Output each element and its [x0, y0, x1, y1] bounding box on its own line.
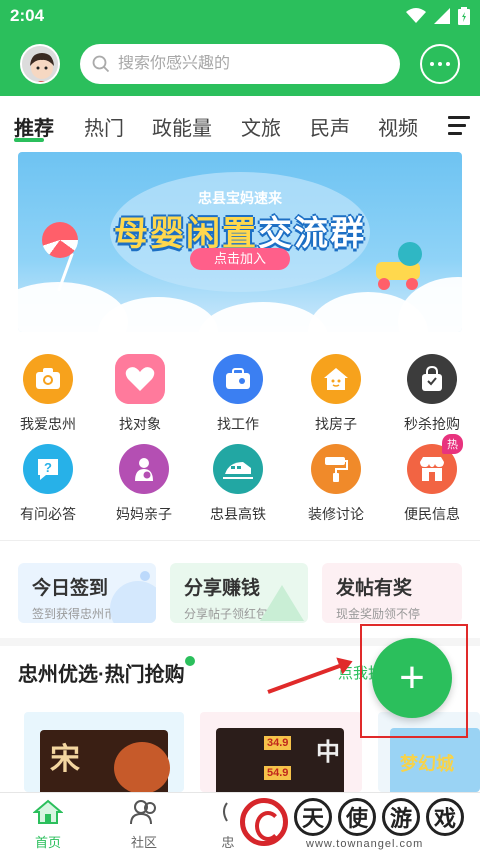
- grid-label: 找工作: [217, 416, 259, 432]
- grid-label: 便民信息: [404, 506, 460, 522]
- product-image-text: 梦幻城: [400, 754, 454, 774]
- grid-label: 妈妈亲子: [116, 506, 172, 522]
- product-image-text: 中: [316, 739, 340, 766]
- svg-text:?: ?: [44, 460, 52, 475]
- search-bar[interactable]: [80, 44, 400, 84]
- category-tabs: 推荐 热门 政能量 文旅 民声 视频: [0, 100, 480, 150]
- add-post-button[interactable]: +: [372, 638, 452, 718]
- tab-video[interactable]: 视频: [378, 112, 418, 141]
- grid-item-convenience-info[interactable]: 热 便民信息: [384, 434, 480, 524]
- product-image-text: 宋: [50, 743, 80, 776]
- paint-roller-icon: [311, 444, 361, 494]
- grid-item-find-house[interactable]: 找房子: [288, 354, 384, 434]
- grid-label: 有问必答: [20, 506, 76, 522]
- grid-item-dating[interactable]: 找对象: [92, 354, 188, 434]
- grid-item-find-job[interactable]: 找工作: [190, 354, 286, 434]
- search-input[interactable]: [118, 55, 378, 73]
- grid-label: 忠县高铁: [210, 506, 266, 522]
- camera-icon: [23, 354, 73, 404]
- briefcase-icon: [213, 354, 263, 404]
- watermark-char: 戏: [426, 798, 464, 836]
- grid-item-flash-sale[interactable]: 秒杀抢购: [384, 354, 480, 434]
- shop-icon: 热: [407, 434, 463, 494]
- status-icons: [406, 7, 470, 25]
- signal-icon: [434, 8, 450, 24]
- grid-item-high-speed-rail[interactable]: 忠县高铁: [190, 444, 286, 524]
- tab-recommend[interactable]: 推荐: [14, 112, 54, 141]
- nav-community[interactable]: 社区: [104, 799, 184, 851]
- grid-label: 秒杀抢购: [404, 416, 460, 432]
- decor-dot: [140, 571, 150, 581]
- more-button[interactable]: [420, 44, 460, 84]
- tab-hot[interactable]: 热门: [84, 112, 124, 141]
- watermark-url: www.townangel.com: [306, 838, 424, 850]
- home-icon: [32, 799, 64, 824]
- grid-item-qa[interactable]: ? 有问必答: [0, 444, 96, 524]
- train-icon: [213, 444, 263, 494]
- nav-label: 首页: [34, 835, 61, 850]
- promo-checkin[interactable]: 今日签到 签到获得忠州币: [18, 563, 156, 623]
- watermark: 天 使 游 戏 www.townangel.com: [236, 796, 476, 852]
- product-card[interactable]: 宋: [24, 712, 184, 792]
- more-dot-icon: [430, 62, 434, 66]
- divider: [0, 540, 480, 541]
- shopping-bag-icon: [407, 354, 457, 404]
- more-dot-icon: [446, 62, 450, 66]
- grid-label: 找对象: [119, 416, 161, 432]
- banner[interactable]: 忠县宝妈速来 母婴闲置交流群 点击加入: [18, 152, 462, 332]
- avatar[interactable]: [20, 44, 60, 84]
- banner-subtitle: 忠县宝妈速来: [198, 190, 282, 206]
- menu-icon[interactable]: [448, 116, 470, 140]
- product-card[interactable]: 34.9 54.9 中: [200, 712, 362, 792]
- section-dot: [185, 656, 195, 666]
- promo-post-reward[interactable]: 发帖有奖 现金奖励领不停: [322, 563, 462, 623]
- nav-home[interactable]: 首页: [8, 799, 88, 851]
- status-bar: 2:04: [0, 0, 480, 32]
- grid-label: 找房子: [315, 416, 357, 432]
- status-time: 2:04: [10, 6, 45, 25]
- watermark-logo-icon: [240, 798, 288, 846]
- mother-baby-icon: [119, 444, 169, 494]
- section-title: 忠州优选·热门抢购: [18, 664, 185, 686]
- watermark-char: 天: [294, 798, 332, 836]
- nav-label: 社区: [130, 835, 157, 850]
- watermark-char: 游: [382, 798, 420, 836]
- question-icon: ?: [23, 444, 73, 494]
- hot-badge: 热: [442, 434, 463, 454]
- grid-item-love-zhongzhou[interactable]: 我爱忠州: [0, 354, 96, 434]
- promo-title: 发帖有奖: [336, 578, 413, 599]
- community-icon: [130, 800, 156, 825]
- watermark-chars: 天 使 游 戏: [294, 798, 464, 836]
- product-price: 54.9: [264, 766, 292, 780]
- product-price: 34.9: [264, 736, 292, 750]
- banner-join-button[interactable]: 点击加入: [190, 248, 290, 270]
- grid-item-parenting[interactable]: 妈妈亲子: [96, 444, 192, 524]
- wifi-icon: [406, 8, 426, 23]
- active-tab-indicator: [14, 138, 44, 142]
- product-image-decoration: [114, 742, 170, 792]
- battery-icon: [458, 7, 470, 25]
- heart-icon: [115, 354, 165, 404]
- tab-positive-energy[interactable]: 政能量: [152, 112, 212, 141]
- search-icon: [92, 55, 110, 73]
- promo-subtitle: 现金奖励领不停: [336, 607, 421, 621]
- promo-share[interactable]: 分享赚钱 分享帖子领红包: [170, 563, 308, 623]
- house-icon: [311, 354, 361, 404]
- decor-triangle: [260, 585, 304, 621]
- grid-label: 我爱忠州: [20, 416, 76, 432]
- tab-public-voice[interactable]: 民声: [310, 112, 350, 141]
- grid-item-decoration[interactable]: 装修讨论: [288, 444, 384, 524]
- tab-culture-tourism[interactable]: 文旅: [241, 112, 281, 141]
- grid-label: 装修讨论: [308, 506, 364, 522]
- watermark-char: 使: [338, 798, 376, 836]
- more-dot-icon: [438, 62, 442, 66]
